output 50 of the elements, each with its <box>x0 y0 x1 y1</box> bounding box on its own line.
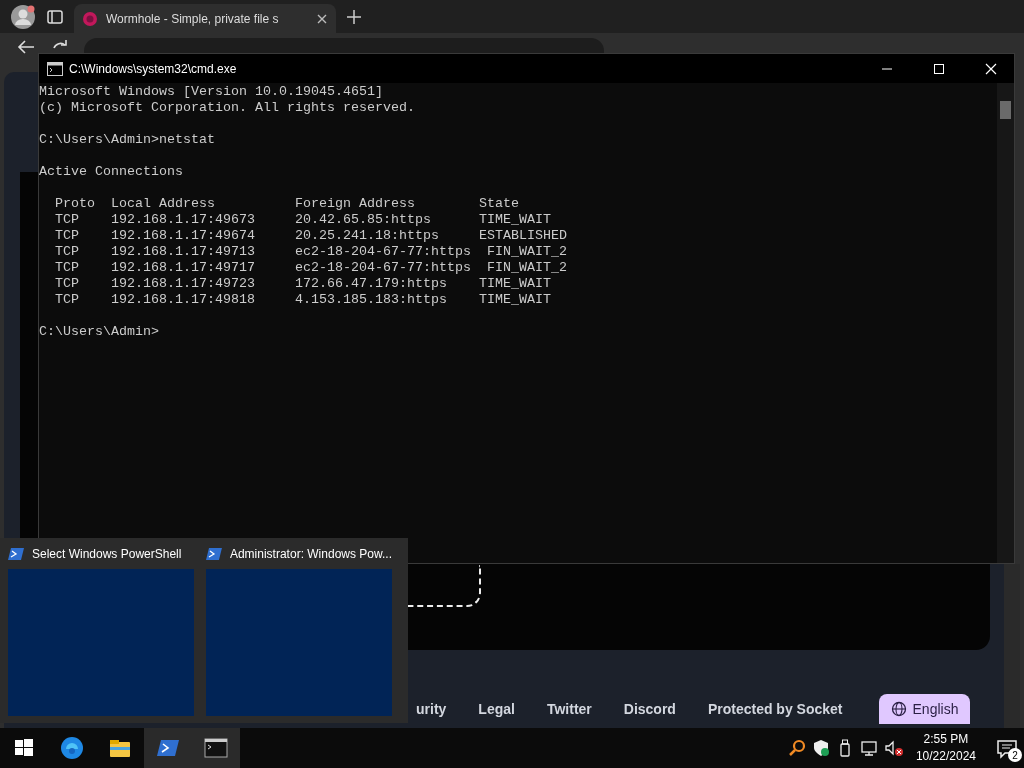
footer-link[interactable]: Protected by Socket <box>707 698 843 720</box>
tab-title: Wormhole - Simple, private file s <box>106 10 280 28</box>
tab-actions-icon[interactable] <box>46 7 64 26</box>
footer-link[interactable]: Discord <box>623 698 676 720</box>
notifications-icon[interactable] <box>996 738 1018 759</box>
date-text: 10/22/2024 <box>915 748 976 765</box>
console-line: TCP 192.168.1.17:49673 20.42.65.85:https TIME_WAIT <box>54 212 552 228</box>
console-line: Active Connections <box>39 164 184 180</box>
thumbnail-title: Administrator: Windows Pow... <box>229 546 392 563</box>
console-line: C:\Users\Admin>netstat <box>39 132 216 148</box>
powershell-icon <box>206 547 222 561</box>
notification-badge: 2 <box>1008 748 1022 762</box>
console-line: (c) Microsoft Corporation. All rights reserved. <box>39 100 416 116</box>
console-line: TCP 192.168.1.17:49713 ec2-18-204-67-77:https FIN_WAIT_2 <box>54 244 568 260</box>
browser-tab[interactable]: Wormhole - Simple, private file s <box>74 4 336 33</box>
console-line: C:\Users\Admin> <box>39 324 160 340</box>
time-text: 2:55 PM <box>922 731 970 748</box>
command-prompt-button[interactable] <box>192 728 240 768</box>
profile-icon[interactable] <box>10 3 36 30</box>
footer-link[interactable]: Legal <box>478 698 515 720</box>
console-line: TCP 192.168.1.17:49674 20.25.241.18:https ESTABLISHED <box>54 228 568 244</box>
search-icon[interactable] <box>787 739 806 757</box>
network-icon[interactable] <box>859 739 878 757</box>
new-tab-icon[interactable] <box>346 8 362 25</box>
scrollbar[interactable] <box>997 83 1014 563</box>
footer-link[interactable]: Twitter <box>546 698 592 720</box>
console-icon <box>47 61 63 76</box>
close-icon <box>985 62 997 75</box>
volume-muted-icon[interactable] <box>883 739 904 757</box>
maximize-icon <box>933 62 945 75</box>
language-button[interactable]: English <box>878 694 971 724</box>
console-line: TCP 192.168.1.17:49818 4.153.185.183:https TIME_WAIT <box>54 292 552 308</box>
close-icon[interactable] <box>316 12 328 25</box>
browser-icon <box>59 735 85 761</box>
footer-link[interactable]: urity <box>416 698 447 720</box>
scrollbar-thumb[interactable] <box>1000 101 1011 119</box>
console-line: TCP 192.168.1.17:49723 172.66.47.179:https TIME_WAIT <box>54 276 552 292</box>
back-icon[interactable] <box>16 38 36 56</box>
console-line: Proto Local Address Foreign Address State <box>54 196 520 212</box>
powershell-icon <box>8 547 24 561</box>
globe-icon <box>890 701 907 717</box>
scrollbar[interactable] <box>1004 564 1020 728</box>
console-line: Microsoft Windows [Version 10.0.19045.4651] <box>39 84 384 100</box>
thumbnail-title: Select Windows PowerShell <box>32 546 182 563</box>
console-line: TCP 192.168.1.17:49717 ec2-18-204-67-77:https FIN_WAIT_2 <box>54 260 568 276</box>
console-icon <box>203 735 229 761</box>
window-title: C:\Windows\system32\cmd.exe <box>69 60 238 78</box>
clock[interactable]: 2:55 PM 10/22/2024 <box>909 731 982 765</box>
shield-icon[interactable] <box>811 739 830 757</box>
tab-favicon-icon <box>82 10 98 27</box>
